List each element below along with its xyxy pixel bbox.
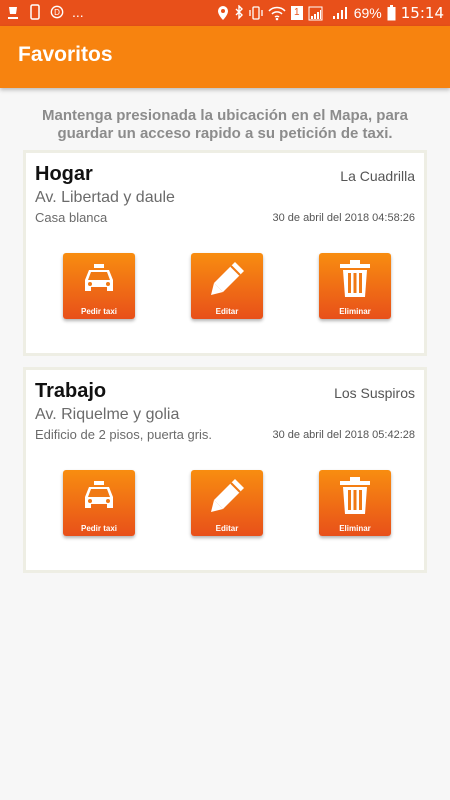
delete-button[interactable]: Eliminar <box>319 470 391 536</box>
request-taxi-button[interactable]: Pedir taxi <box>63 253 135 319</box>
edit-button[interactable]: Editar <box>191 470 263 536</box>
request-taxi-label: Pedir taxi <box>80 307 117 316</box>
pencil-icon <box>211 479 244 512</box>
favorite-zone: Los Suspiros <box>334 385 415 401</box>
app-bar: Favoritos <box>0 26 450 88</box>
favorite-card[interactable]: Hogar La Cuadrilla Av. Libertad y daule … <box>23 150 427 356</box>
favorite-card[interactable]: Trabajo Los Suspiros Av. Riquelme y goli… <box>23 367 427 573</box>
request-taxi-label: Pedir taxi <box>80 524 117 533</box>
sim-badge: 1 <box>290 6 303 20</box>
signal-icon <box>308 6 323 21</box>
vibrate-icon <box>249 6 263 20</box>
edit-button[interactable]: Editar <box>191 253 263 319</box>
request-taxi-button[interactable]: Pedir taxi <box>63 470 135 536</box>
more-notifications: ... <box>72 4 84 20</box>
battery-percent: 69% <box>353 5 382 21</box>
wifi-icon <box>268 6 286 21</box>
location-icon <box>217 6 228 20</box>
edit-label: Editar <box>215 307 239 316</box>
page-title: Favoritos <box>18 43 113 66</box>
favorite-name: Hogar <box>35 163 93 185</box>
favorite-reference: Edificio de 2 pisos, puerta gris. <box>35 427 213 442</box>
clock: 15:14 <box>400 4 444 22</box>
delete-label: Eliminar <box>339 307 371 316</box>
favorite-zone: La Cuadrilla <box>340 168 415 184</box>
favorite-address: Av. Libertad y daule <box>35 189 175 206</box>
bluetooth-icon <box>235 5 243 20</box>
taxi-icon <box>85 264 113 291</box>
favorite-date: 30 de abril del 2018 05:42:28 <box>272 429 415 441</box>
app-icon: D <box>50 5 64 19</box>
instruction-text: Mantenga presionada la ubicación en el M… <box>42 107 408 142</box>
favorite-address: Av. Riquelme y golia <box>35 406 180 423</box>
favorite-date: 30 de abril del 2018 04:58:26 <box>272 212 415 224</box>
svg-text:D: D <box>54 8 60 17</box>
favorite-name: Trabajo <box>35 380 107 402</box>
delete-label: Eliminar <box>339 524 371 533</box>
pencil-icon <box>211 262 244 295</box>
edit-label: Editar <box>215 524 239 533</box>
taxi-icon <box>85 481 113 508</box>
phone-icon <box>30 4 40 20</box>
signal-bars-icon <box>332 7 347 19</box>
delete-button[interactable]: Eliminar <box>319 253 391 319</box>
status-bar: D ... 1 69% 15:14 <box>0 0 450 26</box>
battery-icon <box>387 5 396 21</box>
favorite-reference: Casa blanca <box>35 210 108 225</box>
trash-icon <box>340 477 370 514</box>
notification-icon <box>8 7 18 19</box>
trash-icon <box>340 260 370 297</box>
